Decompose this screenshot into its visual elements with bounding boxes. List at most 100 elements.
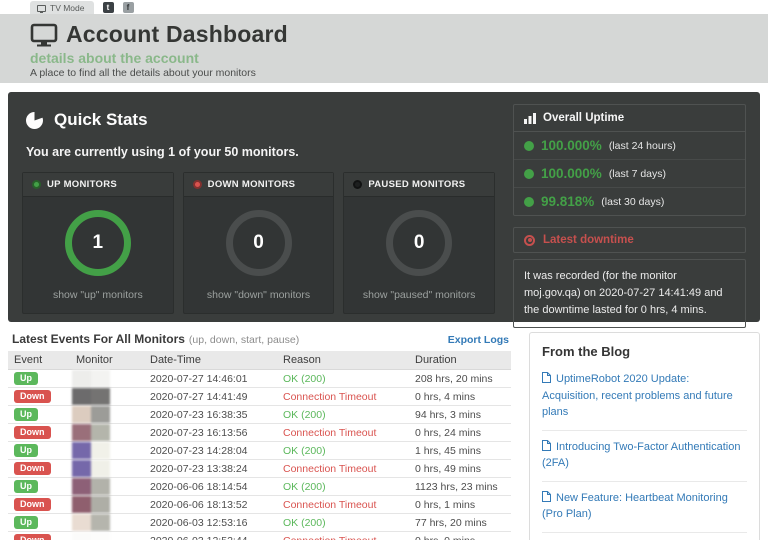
show-monitors-link[interactable]: show "paused" monitors [350,289,488,301]
page-description: A place to find all the details about yo… [30,67,256,79]
monitor-thumbnail [72,370,110,387]
document-icon [542,439,551,451]
tv-mode-monitor-icon [37,4,46,13]
column-header: Monitor [70,351,144,370]
monitor-count-ring: 1 [64,210,131,276]
event-status-badge[interactable]: Down [14,462,51,475]
monitor-thumbnail [72,532,110,540]
monitor-usage-text: You are currently using 1 of your 50 mon… [26,145,299,159]
blog-post-link[interactable]: New Feature: Announcements for the Statu… [542,533,747,540]
overall-uptime-panel: Overall Uptime 100.000% (last 24 hours) … [513,104,746,216]
blog-title: From the Blog [542,344,631,359]
event-datetime: 2020-06-06 18:13:52 [144,495,277,514]
document-icon [542,372,551,383]
events-table: Event Monitor Date-Time Reason Duration Up 2… [8,351,511,540]
show-monitors-link[interactable]: show "down" monitors [190,289,328,301]
event-datetime: 2020-07-23 13:38:24 [144,459,277,478]
events-title: Latest Events For All Monitors [12,332,185,346]
event-duration: 0 hrs, 0 mins [409,531,511,540]
event-status-badge[interactable]: Down [14,426,51,439]
events-title-suffix: (up, down, start, pause) [188,334,300,346]
event-reason: Connection Timeout [283,426,377,439]
uptime-period: (last 7 days) [608,167,666,180]
uptime-value: 100.000% [541,166,602,181]
blog-post-link[interactable]: UptimeRobot 2020 Update: Acquisition, re… [542,363,747,431]
blog-panel: From the Blog UptimeRobot 2020 Update: A… [529,332,760,540]
uptime-value: 100.000% [541,138,602,153]
event-datetime: 2020-07-23 16:13:56 [144,423,277,442]
table-row: Up 2020-07-27 14:46:01 OK (200) 208 hrs,… [8,369,511,388]
latest-downtime-title: Latest downtime [543,234,634,246]
uptime-period: (last 30 days) [601,195,665,208]
event-duration: 0 hrs, 24 mins [409,423,511,442]
table-row: Up 2020-07-23 14:28:04 OK (200) 1 hrs, 4… [8,441,511,460]
event-duration: 77 hrs, 20 mins [409,513,511,532]
latest-downtime-header: Latest downtime [513,227,746,253]
event-status-badge[interactable]: Up [14,444,38,457]
uptime-status-dot-icon [524,140,534,151]
blog-post-link[interactable]: Introducing Two-Factor Authentication (2… [542,431,747,482]
quick-stats-title: Quick Stats [54,110,148,129]
event-reason: Connection Timeout [283,535,376,540]
column-header: Event [8,351,70,370]
monitor-count: 0 [413,232,425,253]
event-status-badge[interactable]: Up [14,516,38,529]
event-reason: OK (200) [283,516,326,529]
event-reason: OK (200) [283,372,326,385]
monitor-thumbnail [72,424,110,441]
blog-post-link[interactable]: New Feature: Heartbeat Monitoring (Pro P… [542,482,747,533]
bar-chart-icon [524,112,536,124]
blog-post-title: UptimeRobot 2020 Update: Acquisition, re… [542,373,733,418]
event-status-badge[interactable]: Down [14,390,51,403]
facebook-icon[interactable]: f [122,2,134,13]
table-row: Up 2020-06-06 18:14:54 OK (200) 1123 hrs… [8,477,511,496]
latest-downtime-text: It was recorded (for the monitor moj.gov… [513,259,746,329]
event-status-badge[interactable]: Up [14,372,38,385]
tv-mode-button[interactable]: TV Mode [30,1,94,14]
monitor-card: UP MONITORS 1 show "up" monitors [22,172,174,314]
twitter-icon[interactable]: t [102,2,114,13]
table-row: Down 2020-07-27 14:41:49 Connection Time… [8,387,511,406]
dashboard-monitor-icon [30,23,58,46]
event-duration: 0 hrs, 1 mins [409,495,511,514]
monitor-count-ring: 0 [225,210,292,276]
export-logs-link[interactable]: Export Logs [448,334,509,346]
event-datetime: 2020-07-23 16:38:35 [144,405,277,424]
event-duration: 208 hrs, 20 mins [409,369,511,388]
event-reason: Connection Timeout [283,390,377,403]
page-header: Account Dashboard details about the acco… [0,14,768,83]
column-header: Date-Time [144,351,277,370]
monitor-card: DOWN MONITORS 0 show "down" monitors [182,172,335,314]
event-duration: 1123 hrs, 23 mins [409,477,511,496]
document-icon [542,490,551,502]
status-dot-icon [192,180,202,189]
event-status-badge[interactable]: Down [14,498,51,511]
uptime-period: (last 24 hours) [608,139,676,152]
monitor-thumbnail [72,388,110,405]
downtime-record-icon [524,234,535,246]
event-status-badge[interactable]: Up [14,408,38,421]
show-monitors-link[interactable]: show "up" monitors [29,289,167,301]
event-duration: 1 hrs, 45 mins [409,441,511,460]
column-header: Reason [277,351,409,370]
event-status-badge[interactable]: Up [14,480,38,493]
event-datetime: 2020-07-27 14:46:01 [144,369,277,388]
latest-events-section: Latest Events For All Monitors (up, down… [8,332,511,540]
monitor-thumbnail [72,442,110,459]
event-datetime: 2020-07-27 14:41:49 [144,387,277,406]
status-dot-icon [32,180,41,189]
top-bar: TV Mode t f [0,0,768,14]
table-row: Down 2020-06-03 12:52:44 Connection Time… [8,531,511,540]
monitor-thumbnail [72,478,110,495]
uptime-status-dot-icon [524,168,534,179]
event-status-badge[interactable]: Down [14,534,51,540]
monitor-card: PAUSED MONITORS 0 show "paused" monitors [343,172,496,314]
event-datetime: 2020-06-03 12:53:16 [144,513,277,532]
event-duration: 0 hrs, 4 mins [409,387,511,406]
uptime-row: 100.000% (last 7 days) [514,160,745,188]
table-row: Up 2020-07-23 16:38:35 OK (200) 94 hrs, … [8,405,511,424]
event-reason: Connection Timeout [283,462,377,475]
status-dot-icon [353,180,363,189]
table-row: Down 2020-06-06 18:13:52 Connection Time… [8,495,511,514]
pie-chart-icon [26,111,43,129]
